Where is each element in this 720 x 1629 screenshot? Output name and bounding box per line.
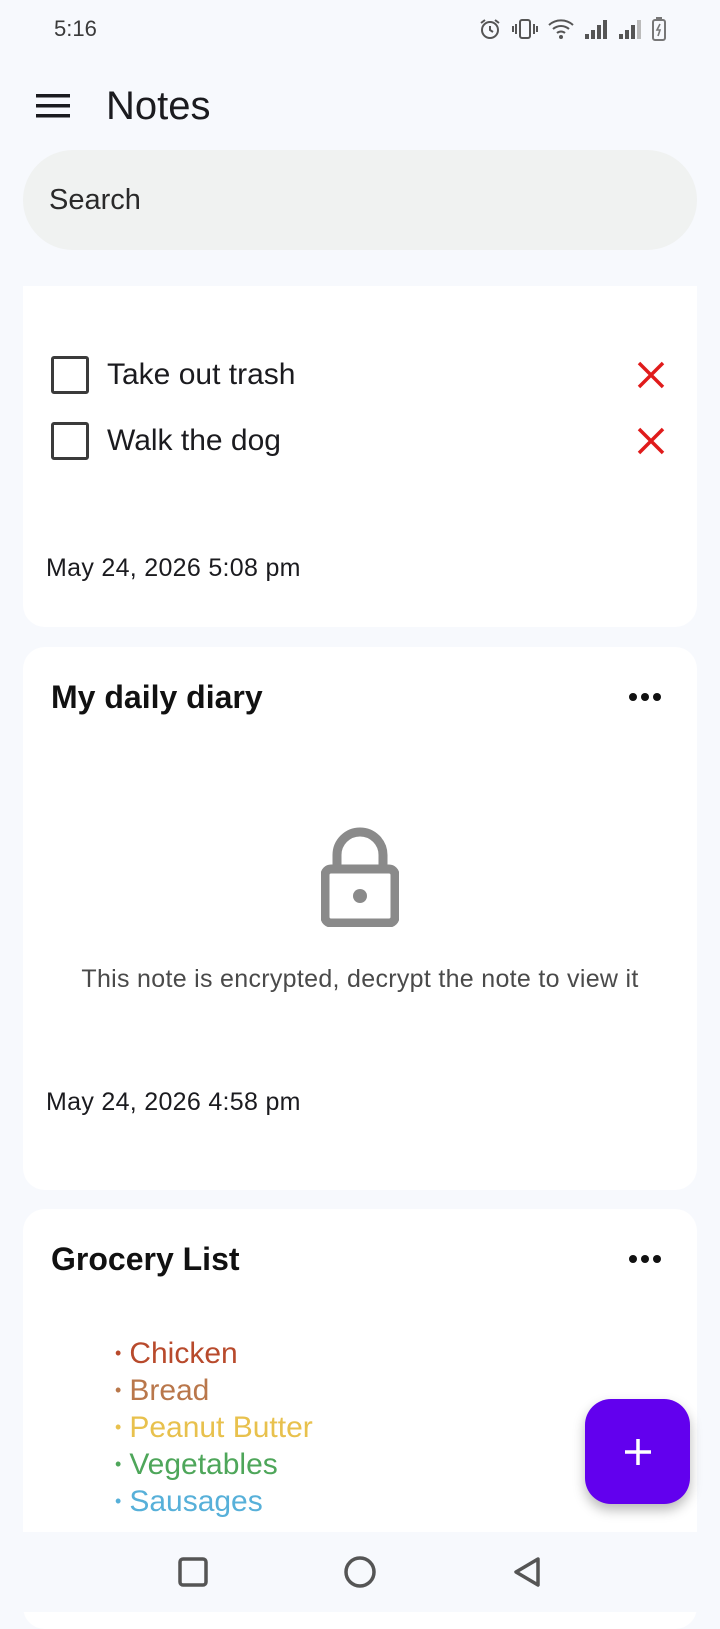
lock-icon (321, 827, 399, 927)
list-item-text: Sausages (129, 1485, 263, 1518)
square-icon (178, 1557, 209, 1587)
battery-icon (652, 17, 666, 41)
search-input[interactable]: Search (23, 150, 697, 250)
list-item-text: Chicken (129, 1337, 238, 1370)
bullet: • (115, 1380, 122, 1400)
todo-text: Walk the dog (107, 424, 281, 457)
back-button[interactable] (502, 1547, 552, 1597)
more-options-button[interactable] (623, 685, 667, 709)
close-icon (637, 427, 665, 455)
more-options-button[interactable] (623, 1247, 667, 1271)
todo-text: Take out trash (107, 358, 296, 391)
todo-item: Walk the dog (51, 417, 671, 465)
wifi-icon (548, 19, 574, 39)
note-card-diary[interactable]: My daily diary This note is encrypted, d… (23, 647, 697, 1190)
note-timestamp: May 24, 2026 5:08 pm (46, 554, 301, 582)
signal-icon-2 (619, 20, 641, 39)
app-bar: Notes (0, 66, 720, 146)
menu-button[interactable] (34, 86, 74, 126)
note-card-todos[interactable]: Take out trash Walk the dog May 24, 2026… (23, 286, 697, 627)
bullet: • (115, 1454, 122, 1474)
list-item-text: Vegetables (129, 1448, 278, 1481)
app-title: Notes (106, 83, 211, 128)
note-title: Grocery List (51, 1241, 240, 1277)
add-note-button[interactable] (585, 1399, 690, 1504)
vibrate-icon (512, 19, 538, 39)
todo-checkbox[interactable] (51, 356, 89, 394)
system-nav-bar (0, 1532, 720, 1612)
close-icon (637, 361, 665, 389)
status-bar: 5:16 (0, 0, 720, 58)
list-item: • Bread (115, 1372, 313, 1409)
triangle-back-icon (513, 1557, 540, 1587)
list-item-text: Peanut Butter (129, 1411, 313, 1444)
signal-icon-1 (585, 20, 607, 39)
note-timestamp: May 24, 2026 4:58 pm (46, 1088, 301, 1116)
status-icons (478, 17, 666, 41)
list-item: • Peanut Butter (115, 1409, 313, 1446)
note-title: My daily diary (51, 679, 263, 715)
search-placeholder: Search (49, 183, 141, 216)
bullet: • (115, 1343, 122, 1363)
circle-icon (344, 1556, 376, 1588)
recents-button[interactable] (168, 1547, 218, 1597)
todo-checkbox[interactable] (51, 422, 89, 460)
remove-todo-button[interactable] (631, 421, 671, 461)
list-item-text: Bread (129, 1374, 210, 1407)
grocery-list: • Chicken • Bread • Peanut Butter • Vegetabl… (115, 1335, 313, 1520)
status-time: 5:16 (54, 16, 97, 41)
more-horiz-icon (629, 1255, 661, 1263)
list-item: • Sausages (115, 1483, 313, 1520)
plus-icon (624, 1438, 651, 1465)
alarm-icon (480, 19, 500, 39)
bullet: • (115, 1491, 122, 1511)
hamburger-icon (36, 94, 70, 118)
encrypted-message: This note is encrypted, decrypt the note… (81, 965, 639, 993)
list-item: • Vegetables (115, 1446, 313, 1483)
list-item: • Chicken (115, 1335, 313, 1372)
todo-item: Take out trash (51, 351, 671, 399)
more-horiz-icon (629, 693, 661, 701)
remove-todo-button[interactable] (631, 355, 671, 395)
bullet: • (115, 1417, 122, 1437)
home-button[interactable] (335, 1547, 385, 1597)
